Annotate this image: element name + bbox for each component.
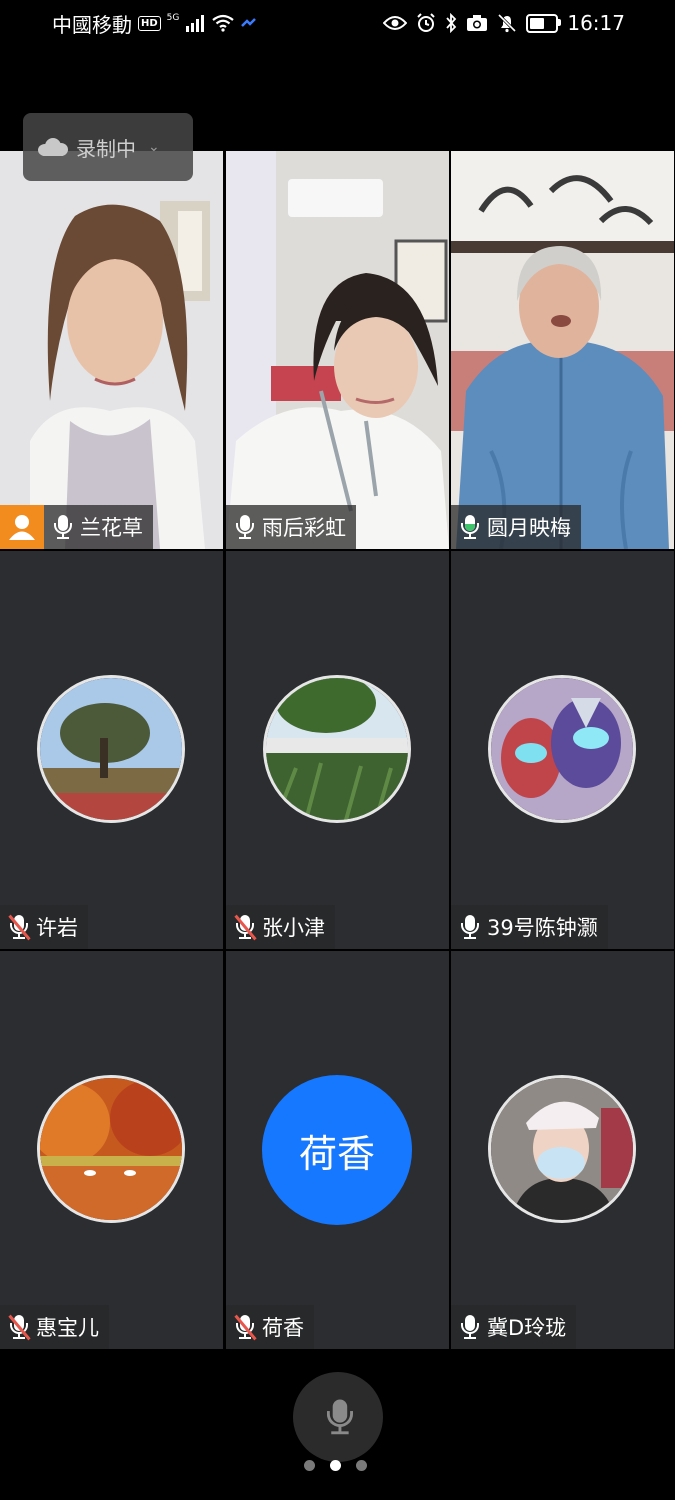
participant-namebar: 荷香 <box>226 1305 314 1349</box>
participant-tile[interactable]: 兰花草 <box>0 151 223 549</box>
avatar <box>37 1075 185 1223</box>
avatar <box>37 675 185 823</box>
participant-name: 惠宝儿 <box>36 1316 99 1340</box>
microphone-icon <box>459 1314 481 1340</box>
microphone-muted-icon <box>234 1314 257 1341</box>
video-feed <box>0 151 223 549</box>
recording-label: 录制中 <box>76 136 136 161</box>
sync-icon <box>241 18 257 27</box>
carrier-name: 中國移動 <box>52 12 132 37</box>
participant-namebar: 许岩 <box>0 905 88 949</box>
page-dot[interactable] <box>356 1460 367 1471</box>
bluetooth-icon <box>446 13 457 33</box>
signal-icon <box>186 15 205 32</box>
participant-tile-active-speaker[interactable]: 圆月映梅 <box>451 151 674 549</box>
video-feed <box>451 151 674 549</box>
participant-namebar: 兰花草 <box>44 505 153 549</box>
cloud-icon <box>38 138 68 156</box>
microphone-icon <box>52 514 74 540</box>
page-indicator[interactable] <box>304 1460 367 1471</box>
participant-name: 荷香 <box>262 1316 304 1340</box>
recording-indicator[interactable]: 录制中 ⌄ <box>23 113 193 181</box>
participant-tile[interactable]: 雨后彩虹 <box>226 151 449 549</box>
participant-name: 圆月映梅 <box>487 516 571 540</box>
microphone-icon <box>234 514 256 540</box>
wifi-icon <box>212 14 235 32</box>
eye-icon <box>383 16 408 30</box>
participant-tile[interactable]: 荷香 荷香 <box>226 951 449 1349</box>
clock: 16:17 <box>567 11 625 35</box>
participant-tile[interactable]: 39号陈钟灏 <box>451 551 674 949</box>
participant-tile[interactable]: 惠宝儿 <box>0 951 223 1349</box>
microphone-muted-icon <box>8 1314 31 1341</box>
chevron-down-icon: ⌄ <box>148 139 160 155</box>
participant-tile[interactable]: 张小津 <box>226 551 449 949</box>
microphone-muted-icon <box>234 914 257 941</box>
microphone-speaking-icon <box>459 514 481 540</box>
participant-namebar: 圆月映梅 <box>451 505 581 549</box>
participant-name: 张小津 <box>262 916 325 940</box>
avatar <box>263 675 411 823</box>
participant-tile[interactable]: 冀D玲珑 <box>451 951 674 1349</box>
hd-badge: HD <box>138 15 161 31</box>
host-badge <box>0 505 44 549</box>
participant-name: 雨后彩虹 <box>262 516 346 540</box>
microphone-icon <box>324 1398 356 1436</box>
person-icon <box>9 515 35 540</box>
page-dot-current[interactable] <box>330 1460 341 1471</box>
microphone-toggle-button[interactable] <box>293 1372 383 1462</box>
participant-namebar: 39号陈钟灏 <box>451 905 608 949</box>
camera-icon <box>467 15 488 31</box>
alarm-icon <box>417 13 436 32</box>
participant-namebar: 冀D玲珑 <box>451 1305 577 1349</box>
text-avatar: 荷香 <box>262 1075 412 1225</box>
video-feed <box>226 151 449 549</box>
participant-namebar: 雨后彩虹 <box>226 505 356 549</box>
page-dot[interactable] <box>304 1460 315 1471</box>
participant-tile[interactable]: 许岩 <box>0 551 223 949</box>
participant-name: 兰花草 <box>80 516 143 540</box>
mute-bell-icon <box>498 13 517 33</box>
participant-name: 冀D玲珑 <box>487 1316 567 1340</box>
participant-namebar: 惠宝儿 <box>0 1305 109 1349</box>
participant-name: 许岩 <box>36 916 78 940</box>
microphone-muted-icon <box>8 914 31 941</box>
network-type: 5G <box>166 13 180 23</box>
microphone-icon <box>459 914 481 940</box>
battery-icon <box>526 13 562 33</box>
participant-namebar: 张小津 <box>226 905 335 949</box>
avatar <box>488 675 636 823</box>
avatar <box>488 1075 636 1223</box>
status-bar: 中國移動 HD 5G 16:17 <box>0 0 675 46</box>
participant-name: 39号陈钟灏 <box>487 916 598 940</box>
